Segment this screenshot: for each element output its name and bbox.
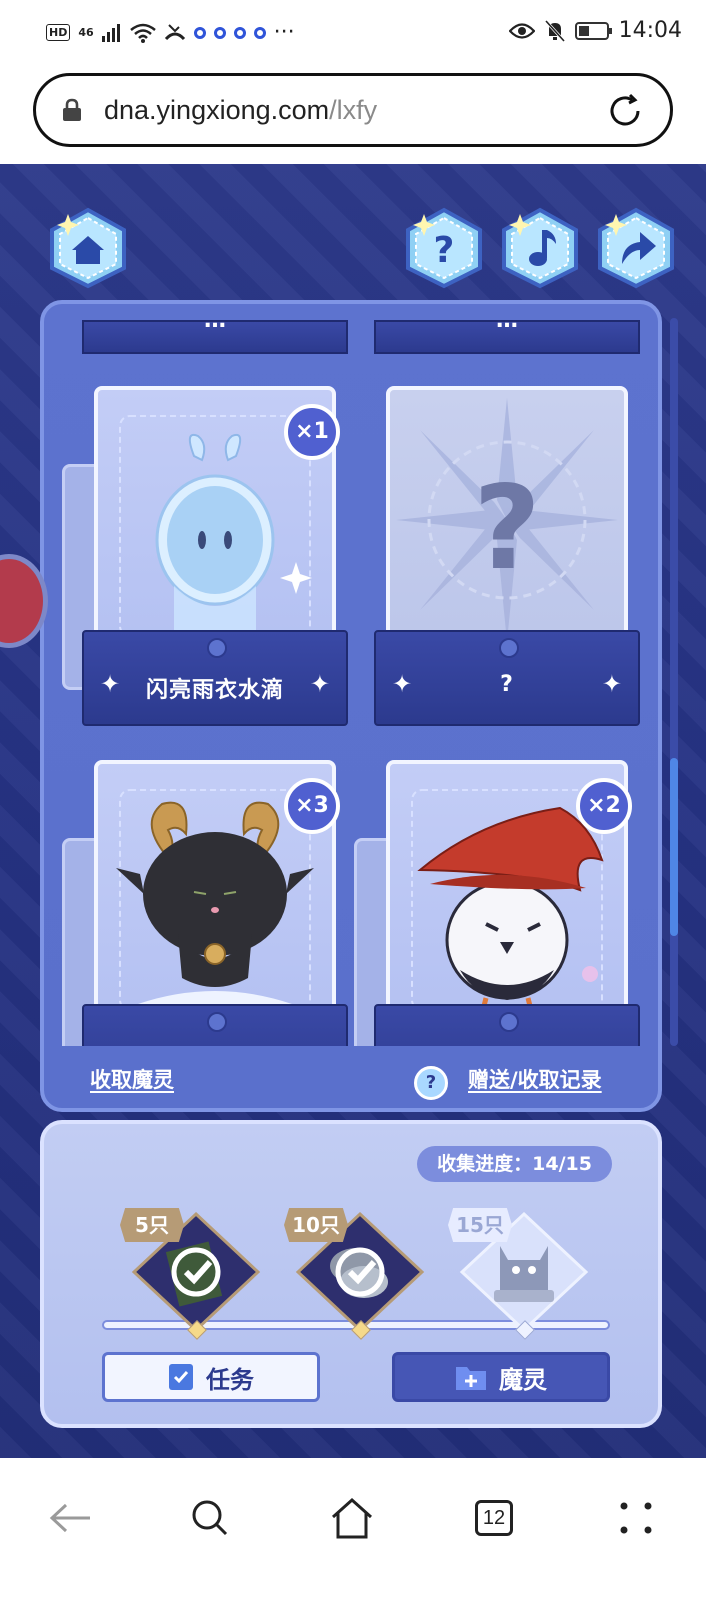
notification-dot-icon	[213, 26, 226, 39]
card-count-badge: ×1	[284, 404, 340, 460]
card-count-badge: ×2	[576, 778, 632, 834]
status-icons-right: 14:04	[508, 18, 682, 43]
reload-icon[interactable]	[606, 92, 644, 130]
notification-dot-icon	[253, 26, 266, 39]
card-grid[interactable]: … … ×1 ✦ 闪亮雨衣水滴 ✦ ? ✦ ? ✦ ×3 ×2	[44, 320, 658, 1046]
more-notifications: ···	[273, 20, 295, 45]
collection-progress-panel: 收集进度：14/15 5只 10只 15只 任务 魔灵	[40, 1120, 662, 1428]
card-banner	[374, 1004, 640, 1046]
signal-icon	[101, 23, 120, 42]
search-icon	[192, 1500, 228, 1536]
task-icon	[169, 1364, 193, 1390]
spirit-card-locked[interactable]: ? ✦ ? ✦	[374, 386, 640, 726]
share-button[interactable]	[594, 206, 678, 290]
scrollbar-track[interactable]	[670, 318, 678, 1046]
url-domain: dna.yingxiong.com	[104, 95, 330, 125]
music-note-icon	[502, 207, 578, 289]
tabs-button[interactable]: 12	[464, 1488, 524, 1548]
help-button[interactable]: ?	[402, 206, 486, 290]
card-count-badge: ×3	[284, 778, 340, 834]
address-bar[interactable]: dna.yingxiong.com/lxfy	[33, 73, 673, 147]
milestone-tag: 5只	[120, 1208, 184, 1242]
bell-muted-icon	[544, 19, 565, 42]
music-button[interactable]	[498, 206, 582, 290]
gift-record-link[interactable]: 赠送/收取记录	[468, 1064, 602, 1094]
url-text[interactable]: dna.yingxiong.com/lxfy	[104, 95, 377, 126]
banner-dot	[207, 1012, 227, 1032]
hd-icon: HD	[46, 24, 71, 41]
menu-button[interactable]	[606, 1488, 666, 1548]
collection-progress: 收集进度：14/15	[417, 1146, 612, 1182]
card-label: …	[496, 320, 518, 333]
svg-text:?: ?	[434, 230, 455, 271]
card-banner-top-right: …	[374, 320, 640, 354]
spirit-button-label: 魔灵	[499, 1365, 547, 1394]
card-name: ?	[500, 672, 514, 697]
scrollbar-thumb[interactable]	[670, 758, 678, 936]
help-icon[interactable]: ?	[414, 1066, 448, 1100]
banner-dot	[207, 638, 227, 658]
banner-dot	[499, 638, 519, 658]
card-label: …	[204, 320, 226, 333]
back-arrow-icon	[49, 1503, 90, 1533]
url-path: /lxfy	[329, 95, 378, 125]
browser-nav-bar: 12	[0, 1458, 720, 1600]
missed-call-icon	[164, 23, 185, 40]
card-banner-top-left: …	[82, 320, 348, 354]
card-banner: ✦ 闪亮雨衣水滴 ✦	[82, 630, 348, 726]
clock: 14:04	[618, 18, 682, 43]
sparkle-icon: ✦	[601, 670, 622, 698]
notification-dot-icon	[193, 26, 206, 39]
spirit-card[interactable]: ×3	[62, 760, 348, 1046]
search-button[interactable]	[180, 1488, 240, 1548]
claim-spirit-link[interactable]: 收取魔灵	[90, 1064, 174, 1094]
home-icon	[331, 1497, 373, 1539]
mystery-card-illustration: ?	[396, 398, 618, 642]
milestone-tag: 10只	[284, 1208, 348, 1242]
progress-value: 14/15	[532, 1153, 592, 1175]
home-nav-button[interactable]	[322, 1488, 382, 1548]
card-face: ?	[386, 386, 628, 654]
network-type: 46	[78, 26, 94, 39]
banner-dot	[499, 1012, 519, 1032]
battery-icon	[574, 21, 612, 40]
milestone-reward[interactable]: 5只	[120, 1206, 266, 1332]
eye-icon	[508, 22, 535, 39]
status-bar: HD 46 ··· 14:04	[0, 0, 720, 68]
milestone-reward[interactable]: 10只	[284, 1206, 430, 1332]
menu-dots-icon	[620, 1502, 652, 1534]
notification-dot-icon	[233, 26, 246, 39]
milestone-tag: 15只	[448, 1208, 512, 1242]
tab-count: 12	[475, 1500, 513, 1536]
milestone-reward-locked[interactable]: 15只	[448, 1206, 594, 1332]
spirit-card[interactable]: ×1 ✦ 闪亮雨衣水滴 ✦	[62, 386, 348, 726]
status-icons-left: HD 46 ···	[46, 20, 295, 45]
svg-text:?: ?	[473, 461, 540, 596]
progress-label: 收集进度：	[437, 1153, 533, 1175]
card-collection-panel: … … ×1 ✦ 闪亮雨衣水滴 ✦ ? ✦ ? ✦ ×3 ×2 收取魔灵 ? 赠…	[40, 300, 662, 1112]
home-button[interactable]	[46, 206, 130, 290]
spirit-card[interactable]: ×2	[354, 760, 640, 1046]
card-banner	[82, 1004, 348, 1046]
sparkle-icon: ✦	[309, 670, 330, 698]
folder-add-icon	[456, 1367, 486, 1390]
question-icon: ?	[406, 207, 482, 289]
home-icon	[50, 207, 126, 289]
back-button[interactable]	[40, 1488, 100, 1548]
share-icon	[598, 207, 674, 289]
wifi-icon	[129, 23, 156, 43]
web-page: ? … … ×1 ✦ 闪亮雨衣水滴 ✦ ? ✦ ? ✦ ×3 ×2 收取魔灵 ?…	[0, 164, 706, 1458]
card-name: 闪亮雨衣水滴	[145, 678, 284, 703]
task-button-label: 任务	[206, 1365, 254, 1394]
task-button[interactable]: 任务	[102, 1352, 320, 1402]
card-banner: ✦ ? ✦	[374, 630, 640, 726]
spirit-button[interactable]: 魔灵	[392, 1352, 610, 1402]
lock-icon	[63, 98, 81, 121]
